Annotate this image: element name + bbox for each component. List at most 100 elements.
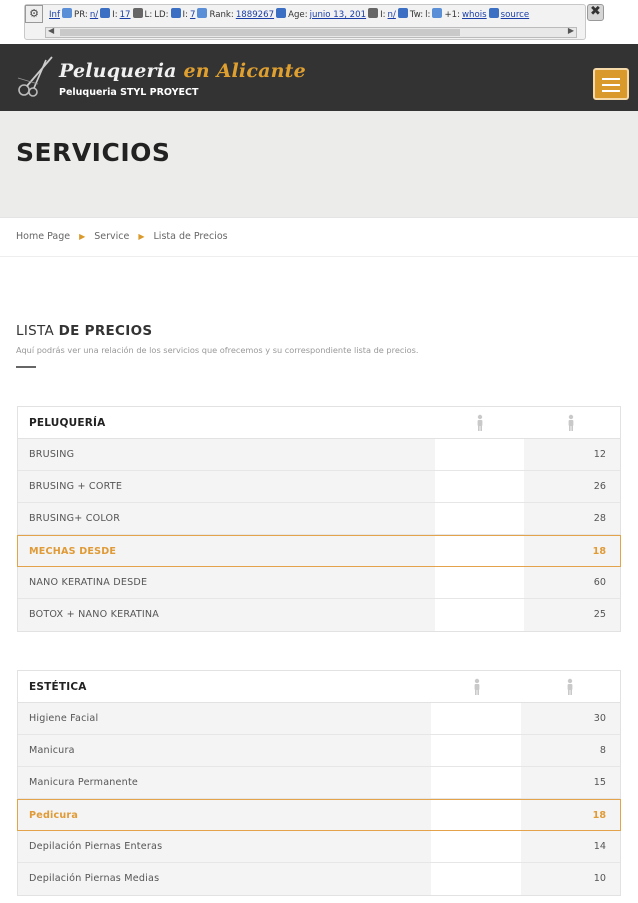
breadcrumb-arrow-icon: ▶ <box>138 232 145 241</box>
price-column-empty <box>435 567 524 598</box>
price-column-empty <box>431 767 521 798</box>
service-name: Higiene Facial <box>29 713 99 724</box>
toolbar-metric-icon <box>197 8 208 18</box>
price-row: BRUSING + CORTE 26 <box>18 471 620 503</box>
toolbar-metric-icon <box>276 8 287 18</box>
toolbar-metric: PR: <box>74 10 88 20</box>
service-name: BRUSING + CORTE <box>29 481 123 492</box>
toolbar-metric-icon <box>488 8 499 18</box>
toolbar-metric: I: <box>380 10 386 20</box>
male-icon <box>470 678 484 696</box>
toolbar-metric: +1: <box>444 10 461 20</box>
price-row: Manicura 8 <box>18 735 620 767</box>
scroll-right-icon[interactable]: ▶ <box>568 26 574 35</box>
service-price: 60 <box>593 577 606 588</box>
title-band: SERVICIOS <box>0 111 638 217</box>
toolbar-metric: LD: <box>154 10 169 20</box>
price-table-header: PELUQUERÍA <box>18 407 620 439</box>
toolbar-metric: I: <box>112 10 118 20</box>
price-row: NANO KERATINA DESDE 60 <box>18 567 620 599</box>
toolbar-metric[interactable]: n/ <box>388 10 396 20</box>
scissors-icon <box>17 56 53 97</box>
toolbar-metric[interactable]: source <box>501 10 530 20</box>
gear-icon[interactable]: ⚙ <box>25 5 43 23</box>
section-heading: LISTA DE PRECIOS <box>16 323 152 339</box>
page-title: SERVICIOS <box>16 138 171 167</box>
toolbar-metric: Rank: <box>209 10 234 20</box>
section-heading-bold: DE PRECIOS <box>58 323 153 339</box>
service-name: Depilación Piernas Medias <box>29 873 160 884</box>
male-icon <box>473 414 487 432</box>
breadcrumb-home[interactable]: Home Page <box>16 231 70 242</box>
toolbar-metric[interactable]: whois <box>462 10 487 20</box>
service-name: Pedicura <box>29 810 79 821</box>
menu-bar-icon <box>602 78 620 80</box>
service-name: BOTOX + NANO KERATINA <box>29 609 160 620</box>
brand-accent: en Alicante <box>183 60 306 82</box>
price-row: Depilación Piernas Medias 10 <box>18 863 620 895</box>
price-table-category: PELUQUERÍA <box>29 417 106 429</box>
price-row: MECHAS DESDE 18 <box>17 535 621 567</box>
price-column-empty <box>431 800 521 830</box>
toolbar-metric-icon <box>132 8 143 18</box>
breadcrumb-arrow-icon: ▶ <box>79 232 86 241</box>
toolbar-metric[interactable]: n/ <box>90 10 98 20</box>
section-heading-normal: LISTA <box>16 323 59 339</box>
price-row: Higiene Facial 30 <box>18 703 620 735</box>
menu-button[interactable] <box>593 68 629 100</box>
toolbar-metric-icon <box>62 8 73 18</box>
price-row: BRUSING 12 <box>18 439 620 471</box>
toolbar-metric: l: <box>425 10 431 20</box>
breadcrumb: Home Page ▶ Service ▶ Lista de Precios <box>16 231 228 242</box>
service-name: BRUSING <box>29 449 75 460</box>
scrollbar-thumb[interactable] <box>60 29 460 36</box>
service-price: 18 <box>592 546 606 557</box>
price-table-peluqueria: PELUQUERÍA BRUSING 12 BRUSING + CORTE 26 BRUS… <box>17 406 621 632</box>
toolbar-metric-icon <box>397 8 408 18</box>
menu-bar-icon <box>602 84 620 86</box>
service-price: 8 <box>599 745 606 756</box>
brand-main: Peluqueria <box>59 60 177 82</box>
service-price: 15 <box>593 777 606 788</box>
menu-bar-icon <box>602 90 620 92</box>
price-table-category: ESTÉTICA <box>29 681 87 693</box>
price-column-empty <box>435 439 524 470</box>
service-price: 18 <box>592 810 606 821</box>
toolbar-metric-icon <box>170 8 181 18</box>
breadcrumb-service[interactable]: Service <box>94 231 129 242</box>
toolbar-metric[interactable]: 17 <box>120 10 131 20</box>
close-toolbar-button[interactable]: ✖ <box>587 4 604 21</box>
service-name: NANO KERATINA DESDE <box>29 577 148 588</box>
price-column-empty <box>431 831 521 862</box>
price-row: Pedicura 18 <box>17 799 621 831</box>
service-price: 28 <box>593 513 606 524</box>
toolbar-metric: Tw: <box>409 10 424 20</box>
price-table-estetica: ESTÉTICA Higiene Facial 30 Manicura 8 Manicur… <box>17 670 621 896</box>
price-table-header: ESTÉTICA <box>18 671 620 703</box>
toolbar-metric: I: <box>182 10 188 20</box>
price-column-empty <box>435 599 524 631</box>
female-icon <box>564 414 578 432</box>
toolbar-metric[interactable]: Inf <box>49 10 60 20</box>
scroll-left-icon[interactable]: ◀ <box>48 26 54 35</box>
seo-toolbar-metrics: Inf PR: n/I: 17 L: LD: I: 7 Rank: 1889267 Age: juni… <box>49 7 567 23</box>
service-price: 30 <box>593 713 606 724</box>
toolbar-metric[interactable]: 1889267 <box>236 10 274 20</box>
service-price: 26 <box>593 481 606 492</box>
site-header: Peluqueria en Alicante Peluqueria STYL P… <box>0 44 638 111</box>
breadcrumb-bar: Home Page ▶ Service ▶ Lista de Precios <box>0 217 638 257</box>
toolbar-metric: Age: <box>288 10 308 20</box>
price-column-empty <box>435 536 524 566</box>
price-column-empty <box>431 863 521 895</box>
service-name: BRUSING+ COLOR <box>29 513 121 524</box>
toolbar-metric[interactable]: junio 13, 201 <box>310 10 366 20</box>
site-brand[interactable]: Peluqueria en Alicante <box>59 60 306 82</box>
toolbar-metric[interactable]: 7 <box>190 10 195 20</box>
price-column-empty <box>435 503 524 534</box>
horizontal-scrollbar[interactable]: ◀ ▶ <box>45 26 577 38</box>
toolbar-metric-icon <box>368 8 379 18</box>
price-row: BOTOX + NANO KERATINA 25 <box>18 599 620 631</box>
price-row: Manicura Permanente 15 <box>18 767 620 799</box>
service-price: 10 <box>593 873 606 884</box>
toolbar-metric-icon <box>100 8 111 18</box>
